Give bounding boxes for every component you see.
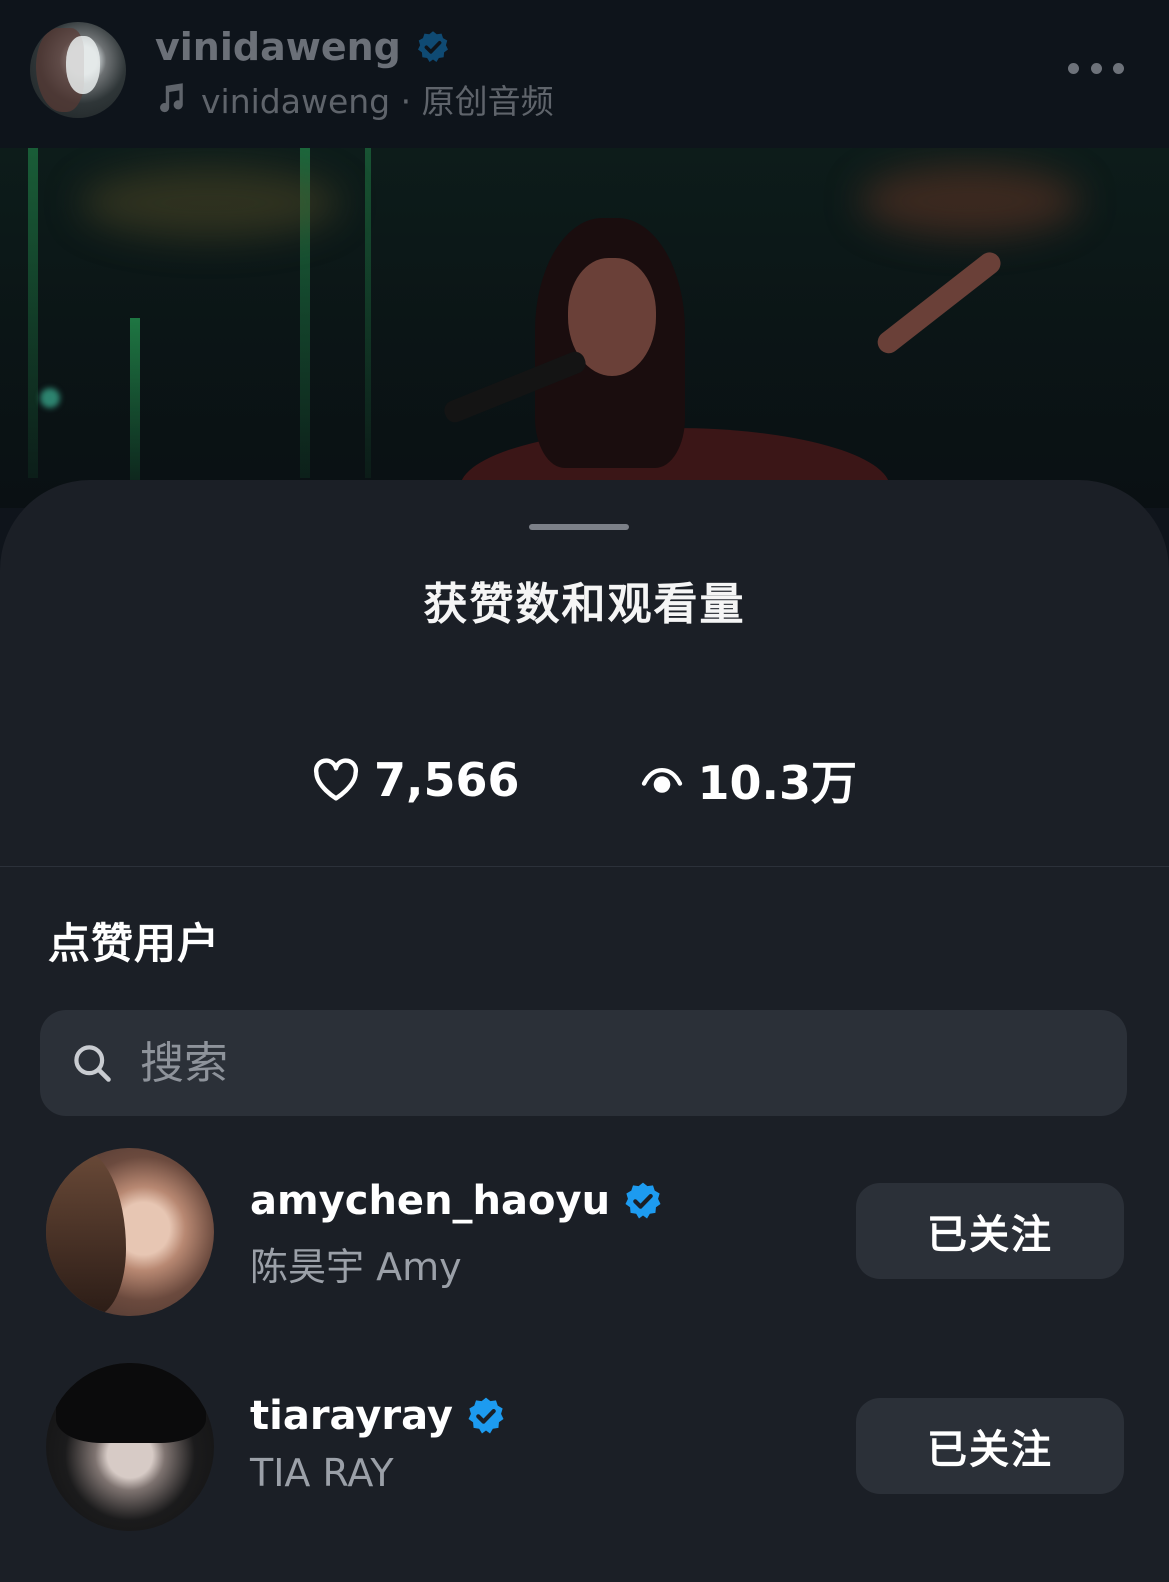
performer-figure xyxy=(440,218,1040,508)
views-count: 10.3万 xyxy=(697,756,858,810)
verified-badge-icon xyxy=(417,31,448,62)
divider xyxy=(0,866,1169,867)
post-author-username-row[interactable]: vinidaweng xyxy=(155,24,451,70)
post-audio-row[interactable]: vinidaweng · 原创音频 xyxy=(155,75,554,123)
verified-badge-icon xyxy=(625,1182,661,1219)
liker-row[interactable]: amychen_haoyu 陈昊宇 Amy 已关注 xyxy=(0,1148,1169,1318)
following-button[interactable]: 已关注 xyxy=(856,1183,1124,1279)
search-input[interactable] xyxy=(138,1036,1038,1090)
post-author-avatar[interactable] xyxy=(30,22,126,118)
avatar[interactable] xyxy=(46,1363,214,1531)
verified-badge-icon xyxy=(468,1397,504,1434)
post-video[interactable] xyxy=(0,148,1169,508)
liker-username[interactable]: tiarayray xyxy=(250,1393,453,1439)
liker-display-name: 陈昊宇 Amy xyxy=(250,1245,462,1289)
stats-row: 7,566 10.3万 xyxy=(0,748,1169,812)
post-header: vinidaweng vinidaweng · 原创音频 xyxy=(0,0,1169,150)
avatar-art-face xyxy=(66,36,100,94)
search-icon xyxy=(74,1045,111,1082)
eye-icon xyxy=(641,767,682,793)
post-audio-label[interactable]: vinidaweng · 原创音频 xyxy=(201,75,554,123)
following-button[interactable]: 已关注 xyxy=(856,1398,1124,1494)
liker-username[interactable]: amychen_haoyu xyxy=(250,1178,610,1224)
avatar[interactable] xyxy=(46,1148,214,1316)
views-stat: 10.3万 xyxy=(640,747,858,813)
likes-stat: 7,566 xyxy=(312,753,520,807)
liker-username-row[interactable]: tiarayray xyxy=(250,1391,507,1441)
liker-display-name: TIA RAY xyxy=(250,1451,394,1495)
likes-count: 7,566 xyxy=(373,753,520,807)
sheet-grabber[interactable] xyxy=(529,524,629,530)
music-note-icon xyxy=(160,83,183,113)
search-bar[interactable] xyxy=(40,1010,1127,1116)
likes-views-sheet: 获赞数和观看量 7,566 10.3万 点赞用户 amy xyxy=(0,480,1169,1582)
heart-outline-icon xyxy=(313,758,359,801)
liker-row[interactable]: tiarayray TIA RAY 已关注 xyxy=(0,1363,1169,1533)
liker-username-row[interactable]: amychen_haoyu xyxy=(250,1176,664,1226)
post-author-username[interactable]: vinidaweng xyxy=(155,25,401,69)
more-horizontal-icon[interactable] xyxy=(1068,55,1124,81)
sheet-title: 获赞数和观看量 xyxy=(423,579,746,630)
likers-section-title: 点赞用户 xyxy=(48,919,221,968)
